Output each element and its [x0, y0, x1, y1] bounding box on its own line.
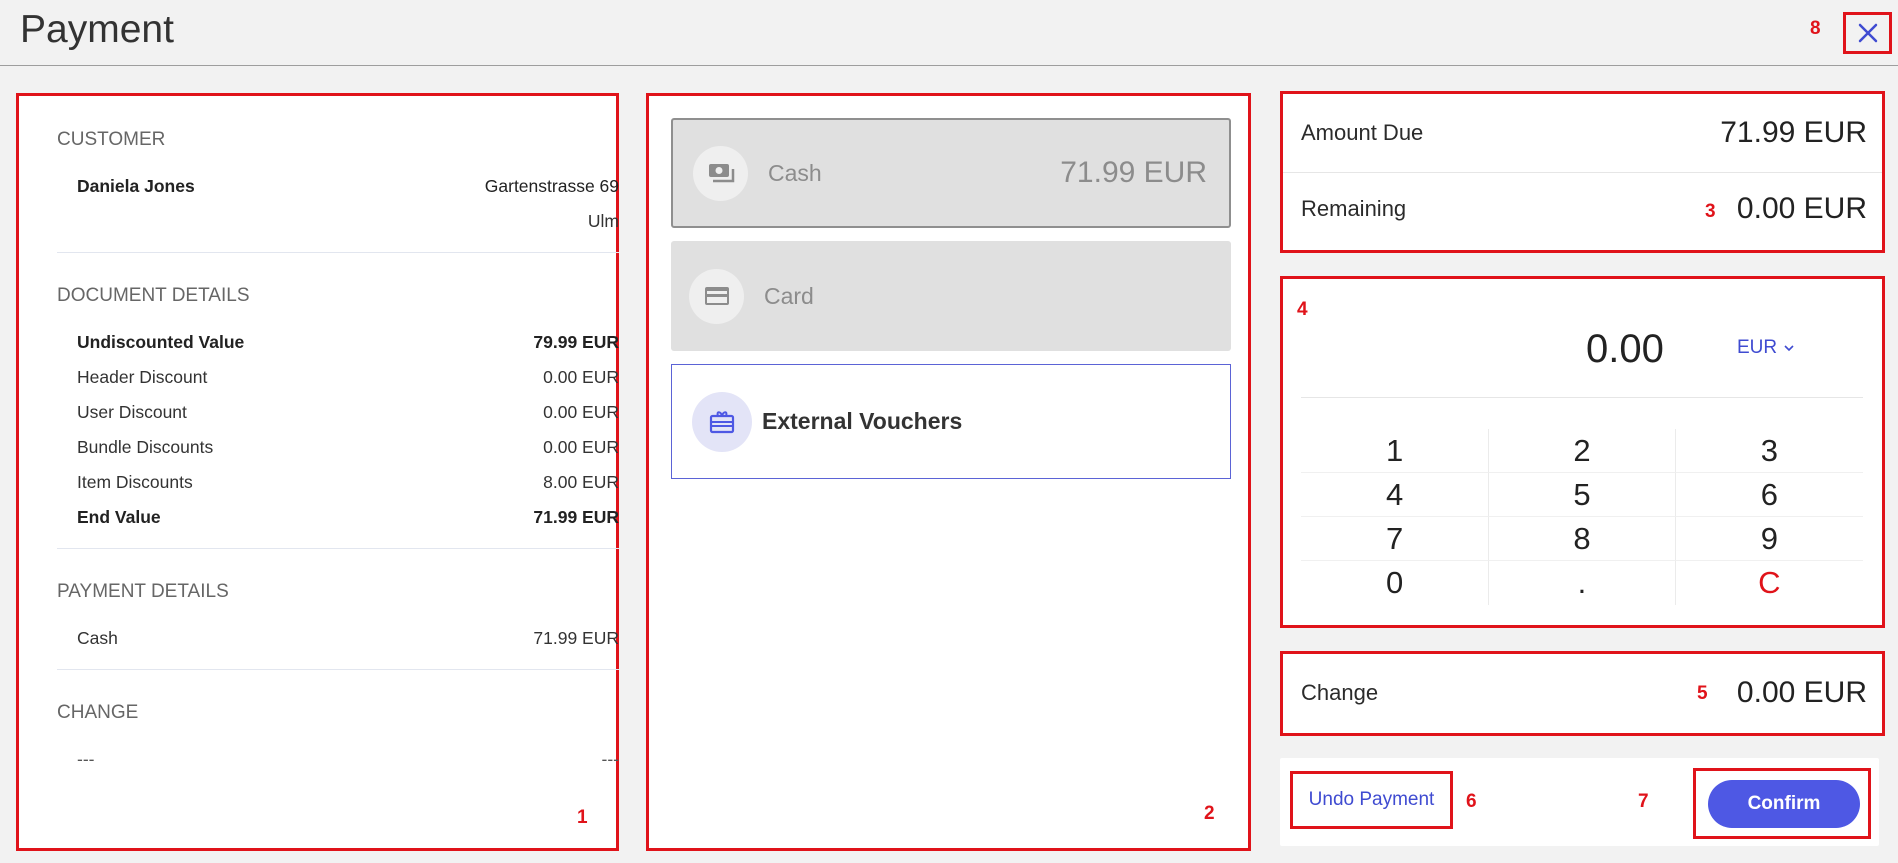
document-row-user-discount: User Discount 0.00 EUR [77, 402, 619, 423]
confirm-button-container: Confirm [1693, 768, 1871, 839]
amount-summary-panel: Amount Due 71.99 EUR Remaining 0.00 EUR … [1280, 91, 1885, 253]
currency-value: EUR [1737, 337, 1778, 358]
divider [57, 252, 619, 253]
annotation-3: 3 [1705, 201, 1716, 222]
key-7[interactable]: 7 [1301, 517, 1489, 561]
document-row-bundle-discounts: Bundle Discounts 0.00 EUR [77, 437, 619, 458]
row-value: 71.99 EUR [533, 628, 619, 648]
document-row-header-discount: Header Discount 0.00 EUR [77, 367, 619, 388]
document-row-item-discounts: Item Discounts 8.00 EUR [77, 472, 619, 493]
key-clear[interactable]: C [1676, 561, 1863, 605]
key-9[interactable]: 9 [1675, 517, 1863, 561]
document-section-title: DOCUMENT DETAILS [57, 285, 250, 306]
cash-amount: 71.99 EUR [1060, 156, 1207, 189]
change-right-value: --- [601, 749, 619, 769]
change-row: --- --- [77, 749, 619, 770]
undo-payment-button[interactable]: Undo Payment [1290, 771, 1453, 829]
annotation-2: 2 [1204, 803, 1215, 824]
change-left-value: --- [77, 749, 95, 769]
close-icon[interactable] [1856, 21, 1880, 45]
row-label: Cash [77, 628, 118, 648]
row-value: 79.99 EUR [533, 332, 619, 352]
divider [1283, 172, 1882, 173]
customer-city-row: Ulm [77, 211, 619, 232]
amount-input-display[interactable]: 0.00 [1586, 327, 1664, 372]
close-button[interactable] [1843, 12, 1892, 54]
page-title: Payment [20, 8, 174, 51]
change-section-title: CHANGE [57, 702, 139, 723]
amount-entry-keypad-panel: 4 0.00 EUR 1 2 3 4 5 6 7 8 9 0 . C [1280, 276, 1885, 628]
divider [57, 548, 619, 549]
row-label: Item Discounts [77, 472, 193, 492]
key-decimal[interactable]: . [1488, 561, 1676, 605]
change-value: 0.00 EUR [1736, 676, 1867, 709]
payment-method-cash[interactable]: Cash 71.99 EUR [671, 118, 1231, 228]
change-label: Change [1301, 680, 1379, 705]
header-bar: Payment [0, 0, 1898, 66]
document-row-undiscounted: Undiscounted Value 79.99 EUR [77, 332, 619, 353]
annotation-8: 8 [1810, 18, 1821, 39]
chevron-down-icon [1784, 345, 1794, 352]
divider [57, 669, 619, 670]
annotation-4: 4 [1297, 299, 1308, 320]
row-value: 8.00 EUR [543, 472, 619, 492]
cash-icon [693, 145, 748, 201]
annotation-5: 5 [1697, 683, 1708, 704]
row-value: 0.00 EUR [543, 367, 619, 387]
row-value: 71.99 EUR [533, 507, 619, 527]
key-5[interactable]: 5 [1488, 473, 1676, 517]
row-value: 0.00 EUR [543, 402, 619, 422]
remaining-row: Remaining 0.00 EUR [1301, 184, 1867, 234]
key-6[interactable]: 6 [1675, 473, 1863, 517]
divider [1301, 397, 1863, 398]
key-8[interactable]: 8 [1488, 517, 1676, 561]
amount-due-label: Amount Due [1301, 120, 1424, 145]
annotation-6: 6 [1466, 791, 1477, 812]
annotation-7: 7 [1638, 791, 1649, 812]
row-label: User Discount [77, 402, 187, 422]
payment-summary-panel: CUSTOMER Daniela Jones Gartenstrasse 69 … [16, 93, 619, 851]
key-4[interactable]: 4 [1301, 473, 1489, 517]
row-value: 0.00 EUR [543, 437, 619, 457]
amount-due-row: Amount Due 71.99 EUR [1301, 108, 1867, 158]
payment-methods-panel: Cash 71.99 EUR Card External Vouchers 2 [646, 93, 1251, 851]
payment-section-title: PAYMENT DETAILS [57, 581, 229, 602]
customer-city: Ulm [587, 211, 619, 231]
key-1[interactable]: 1 [1301, 429, 1489, 473]
payment-method-card[interactable]: Card [671, 241, 1231, 351]
customer-name: Daniela Jones [77, 176, 195, 196]
row-label: Undiscounted Value [77, 332, 245, 352]
document-row-end-value: End Value 71.99 EUR [77, 507, 619, 528]
change-row: Change 0.00 EUR [1301, 668, 1867, 718]
row-label: Header Discount [77, 367, 208, 387]
customer-street: Gartenstrasse 69 [484, 176, 619, 196]
payment-row-cash: Cash 71.99 EUR [77, 628, 619, 649]
currency-select[interactable]: EUR [1737, 337, 1795, 359]
row-label: End Value [77, 507, 161, 527]
customer-row: Daniela Jones Gartenstrasse 69 [77, 176, 619, 197]
change-panel: Change 0.00 EUR 5 [1280, 651, 1885, 736]
payment-method-external-vouchers[interactable]: External Vouchers [671, 364, 1231, 479]
annotation-1: 1 [577, 807, 588, 828]
external-vouchers-label: External Vouchers [762, 408, 963, 434]
gift-card-icon [692, 391, 752, 452]
key-2[interactable]: 2 [1488, 429, 1676, 473]
customer-section-title: CUSTOMER [57, 129, 166, 150]
row-label: Bundle Discounts [77, 437, 214, 457]
numeric-keypad: 1 2 3 4 5 6 7 8 9 0 . C [1301, 429, 1863, 614]
key-0[interactable]: 0 [1301, 561, 1488, 605]
cash-label: Cash [768, 159, 822, 186]
confirm-button[interactable]: Confirm [1708, 780, 1860, 828]
remaining-value: 0.00 EUR [1736, 192, 1867, 225]
key-3[interactable]: 3 [1675, 429, 1863, 473]
remaining-label: Remaining [1301, 196, 1407, 221]
amount-due-value: 71.99 EUR [1720, 116, 1867, 149]
card-icon [689, 268, 744, 324]
card-label: Card [764, 282, 814, 309]
